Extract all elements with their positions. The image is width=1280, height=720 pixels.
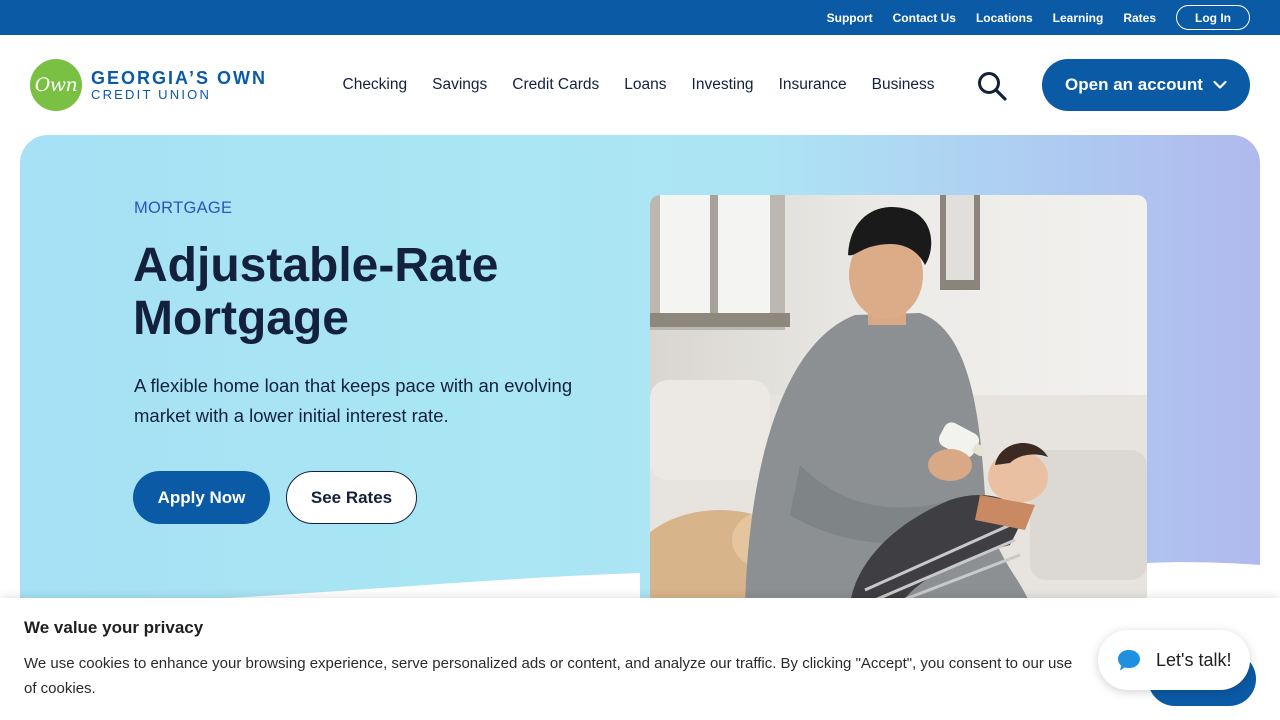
apply-now-button[interactable]: Apply Now bbox=[133, 471, 270, 524]
chat-label: Let's talk! bbox=[1156, 649, 1232, 670]
cookie-banner-text: We use cookies to enhance your browsing … bbox=[24, 655, 1073, 697]
nav-item-credit-cards[interactable]: Credit Cards bbox=[500, 76, 612, 94]
nav-item-insurance[interactable]: Insurance bbox=[766, 76, 859, 94]
utility-link-contact-us[interactable]: Contact Us bbox=[893, 11, 956, 25]
main-header: Own GEORGIA’S OWN CREDIT UNION Checking … bbox=[0, 35, 1280, 135]
logo-line-1: GEORGIA’S OWN bbox=[91, 67, 268, 88]
nav-item-investing[interactable]: Investing bbox=[679, 76, 766, 94]
nav-item-business[interactable]: Business bbox=[859, 76, 947, 94]
logo-line-2: CREDIT UNION bbox=[91, 86, 212, 102]
logo-wordmark: GEORGIA’S OWN CREDIT UNION bbox=[91, 67, 268, 102]
utility-link-locations[interactable]: Locations bbox=[976, 11, 1033, 25]
see-rates-button[interactable]: See Rates bbox=[286, 471, 417, 524]
search-button[interactable] bbox=[976, 71, 1008, 101]
chat-bubble-icon bbox=[1118, 650, 1140, 671]
hero-description: A flexible home loan that keeps pace wit… bbox=[134, 375, 573, 426]
hero-photo-illustration bbox=[650, 195, 1147, 605]
hero-photo bbox=[650, 195, 1147, 605]
logo[interactable]: Own GEORGIA’S OWN CREDIT UNION bbox=[30, 59, 267, 111]
cookie-banner: We value your privacy We use cookies to … bbox=[0, 598, 1280, 720]
utility-link-learning[interactable]: Learning bbox=[1053, 11, 1104, 25]
cookie-banner-title: We value your privacy bbox=[24, 618, 204, 637]
page-title: Adjustable-Rate Mortgage bbox=[133, 239, 499, 345]
nav-item-loans[interactable]: Loans bbox=[612, 76, 679, 94]
chat-prompt-bubble[interactable]: Let's talk! bbox=[1098, 630, 1250, 690]
open-account-label: Open an account bbox=[1065, 75, 1203, 94]
utility-bar: Support Contact Us Locations Learning Ra… bbox=[0, 0, 1280, 35]
utility-link-rates[interactable]: Rates bbox=[1123, 11, 1156, 25]
utility-links: Support Contact Us Locations Learning Ra… bbox=[827, 0, 1156, 35]
hero-section: MORTGAGE Adjustable-Rate Mortgage A flex… bbox=[20, 135, 1260, 605]
utility-link-support[interactable]: Support bbox=[827, 11, 873, 25]
chevron-down-icon bbox=[1213, 80, 1227, 89]
nav-item-checking[interactable]: Checking bbox=[330, 76, 420, 94]
login-button[interactable]: Log In bbox=[1176, 5, 1250, 30]
main-nav: Checking Savings Credit Cards Loans Inve… bbox=[330, 35, 947, 135]
logo-script: Own bbox=[34, 74, 78, 96]
open-account-button[interactable]: Open an account bbox=[1042, 59, 1250, 111]
logo-mark: Own bbox=[30, 59, 82, 111]
hero-eyebrow: MORTGAGE bbox=[134, 199, 233, 217]
search-icon bbox=[978, 72, 1007, 101]
nav-item-savings[interactable]: Savings bbox=[420, 76, 500, 94]
